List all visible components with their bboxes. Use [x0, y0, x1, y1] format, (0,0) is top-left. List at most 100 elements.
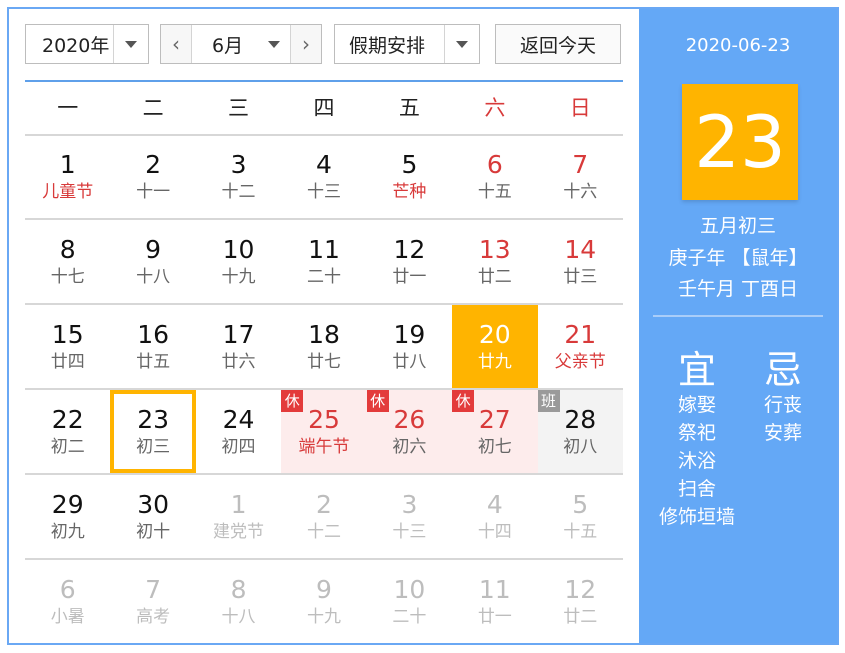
lunar-label: 十一 — [136, 182, 171, 202]
holiday-rest-badge: 休 — [366, 390, 389, 412]
day-cell[interactable]: 19 廿八 — [367, 305, 452, 388]
day-cell[interactable]: 7 十六 — [538, 135, 623, 218]
yi-item: 祭祀 — [677, 422, 716, 444]
weekday-label: 六 — [484, 96, 506, 120]
day-cell[interactable]: 22 初二 — [25, 390, 110, 473]
day-number: 7 — [572, 150, 589, 179]
day-cell[interactable]: 18 廿七 — [281, 305, 366, 388]
day-cell[interactable]: 11 二十 — [281, 220, 366, 303]
day-cell[interactable]: 13 廿二 — [452, 220, 537, 303]
day-cell[interactable]: 5 十五 — [538, 475, 623, 558]
day-cell[interactable]: 10 十九 — [196, 220, 281, 303]
next-month-button[interactable]: › — [290, 25, 321, 63]
day-cell[interactable]: 班 28 初八 — [537, 390, 623, 473]
yi-title: 宜 — [677, 348, 716, 392]
day-cell[interactable]: 1 建党节 — [196, 475, 281, 558]
year-select[interactable]: 2020年 — [25, 24, 149, 64]
day-cell[interactable]: 12 廿二 — [538, 560, 623, 645]
day-cell[interactable]: 休 26 初六 — [366, 390, 453, 473]
day-cell[interactable]: 24 初四 — [196, 390, 281, 473]
day-number: 19 — [393, 320, 426, 349]
day-number: 22 — [51, 405, 84, 434]
lunar-label: 二十 — [392, 607, 427, 627]
day-cell[interactable]: 4 十三 — [281, 135, 366, 218]
day-number: 30 — [137, 490, 170, 519]
day-cell[interactable]: 10 二十 — [367, 560, 452, 645]
day-cell[interactable]: 7 高考 — [110, 560, 195, 645]
lunar-label: 十三 — [306, 182, 341, 202]
ganzhi-month-day: 壬午月 丁酉日 — [677, 278, 799, 300]
chevron-down-icon[interactable] — [268, 40, 280, 48]
back-to-today-button[interactable]: 返回今天 — [495, 24, 621, 64]
day-cell[interactable]: 休 25 端午节 — [281, 390, 367, 473]
chevron-down-icon — [456, 40, 468, 48]
day-cell[interactable]: 6 十五 — [452, 135, 537, 218]
day-cell[interactable]: 休 27 初七 — [452, 390, 538, 473]
week-row: 6 小暑 7 高考 8 十八 9 十九 10 二十 11 廿一 12 廿二 — [25, 560, 623, 645]
year-dropdown-arrow[interactable] — [113, 25, 148, 63]
holiday-select-value: 假期安排 — [349, 34, 426, 57]
day-cell[interactable]: 2 十一 — [110, 135, 195, 218]
day-cell[interactable]: 29 初九 — [25, 475, 110, 558]
day-cell[interactable]: 6 小暑 — [25, 560, 110, 645]
day-cell[interactable]: 3 十三 — [367, 475, 452, 558]
lunar-label: 小暑 — [50, 607, 85, 627]
prev-month-button[interactable]: ‹ — [161, 25, 192, 63]
lunar-label: 初七 — [477, 437, 512, 457]
day-cell[interactable]: 15 廿四 — [25, 305, 110, 388]
day-number: 9 — [316, 575, 332, 604]
day-number: 14 — [564, 235, 597, 264]
month-select-value[interactable]: 6月 — [192, 31, 268, 58]
lunar-label: 初四 — [221, 437, 256, 457]
day-cell[interactable]: 30 初十 — [110, 475, 195, 558]
holiday-rest-badge: 休 — [281, 390, 304, 412]
holiday-rest-badge: 休 — [452, 390, 475, 412]
day-cell[interactable]: 14 廿三 — [538, 220, 623, 303]
holiday-select[interactable]: 假期安排 — [334, 24, 480, 64]
day-cell[interactable]: 16 廿五 — [110, 305, 195, 388]
chevron-left-icon: ‹ — [172, 32, 180, 56]
lunar-label: 廿九 — [477, 352, 512, 372]
holiday-dropdown-arrow[interactable] — [444, 25, 479, 63]
day-cell[interactable]: 9 十八 — [110, 220, 195, 303]
weekday-label: 五 — [398, 96, 420, 120]
day-cell[interactable]: 4 十四 — [452, 475, 537, 558]
day-number: 12 — [393, 235, 426, 264]
lunar-label: 廿四 — [50, 352, 85, 372]
day-number: 6 — [486, 150, 503, 179]
day-cell[interactable]: 5 芒种 — [367, 135, 452, 218]
day-cell[interactable]: 21 父亲节 — [538, 305, 623, 388]
day-cell[interactable]: 11 廿一 — [452, 560, 537, 645]
day-number: 20 — [478, 320, 511, 349]
lunar-label: 廿五 — [136, 352, 171, 372]
day-number: 13 — [478, 235, 511, 264]
day-cell[interactable]: 2 十二 — [281, 475, 366, 558]
lunar-label: 高考 — [136, 607, 171, 627]
lunar-label: 十六 — [563, 182, 598, 202]
day-cell-today[interactable]: 23 初三 — [110, 390, 196, 473]
lunar-label: 廿八 — [392, 352, 427, 372]
day-number: 4 — [486, 490, 503, 519]
day-number: 17 — [222, 320, 255, 349]
day-cell[interactable]: 1 儿童节 — [25, 135, 110, 218]
day-cell[interactable]: 20 廿九 — [452, 305, 538, 388]
day-number: 18 — [308, 320, 340, 349]
day-cell[interactable]: 12 廿一 — [367, 220, 452, 303]
lunar-label: 初二 — [50, 437, 85, 457]
lunar-label: 廿七 — [306, 352, 341, 372]
month-selector: ‹ 6月 › — [160, 24, 322, 64]
lunar-label: 廿一 — [392, 267, 427, 287]
day-cell[interactable]: 3 十二 — [196, 135, 281, 218]
day-number: 3 — [230, 150, 247, 179]
lunar-label: 初三 — [136, 437, 171, 457]
weekday-header: 一二三四五六日 — [25, 82, 623, 136]
day-number: 11 — [308, 235, 340, 264]
yi-list: 嫁娶 祭祀 沐浴 扫舍 修饰垣墙 — [647, 391, 747, 531]
day-cell[interactable]: 8 十八 — [196, 560, 281, 645]
lunar-label: 十九 — [306, 607, 341, 627]
day-cell[interactable]: 17 廿六 — [196, 305, 281, 388]
day-cell[interactable]: 8 十七 — [25, 220, 110, 303]
selected-day-number: 23 — [682, 84, 798, 200]
ji-title: 忌 — [763, 348, 802, 392]
day-cell[interactable]: 9 十九 — [281, 560, 366, 645]
